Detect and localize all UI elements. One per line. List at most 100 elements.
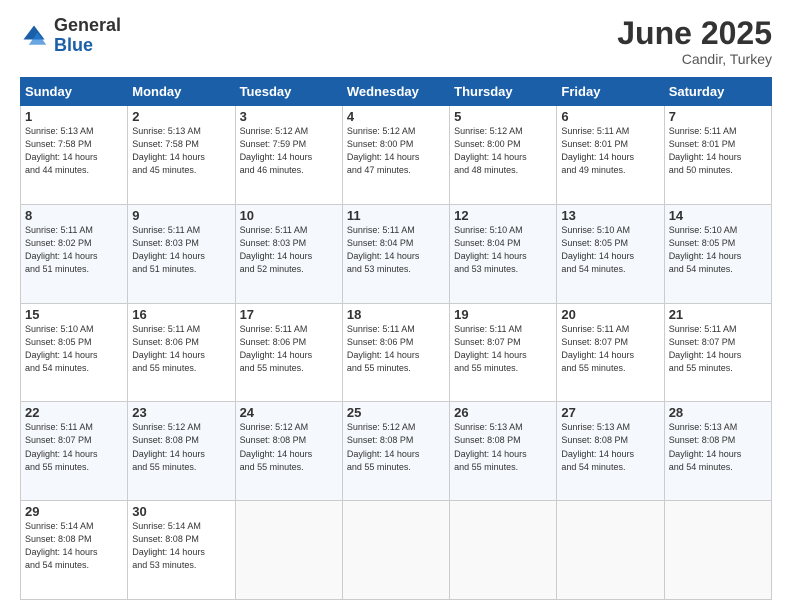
weekday-header: Saturday [664,78,771,106]
day-info: Sunrise: 5:11 AM Sunset: 8:07 PM Dayligh… [454,323,552,375]
calendar-cell: 28Sunrise: 5:13 AM Sunset: 8:08 PM Dayli… [664,402,771,501]
calendar-cell: 19Sunrise: 5:11 AM Sunset: 8:07 PM Dayli… [450,303,557,402]
day-info: Sunrise: 5:11 AM Sunset: 8:02 PM Dayligh… [25,224,123,276]
day-number: 11 [347,208,445,223]
calendar-cell: 26Sunrise: 5:13 AM Sunset: 8:08 PM Dayli… [450,402,557,501]
day-info: Sunrise: 5:10 AM Sunset: 8:05 PM Dayligh… [669,224,767,276]
calendar-cell: 4Sunrise: 5:12 AM Sunset: 8:00 PM Daylig… [342,106,449,205]
day-number: 22 [25,405,123,420]
calendar-cell: 9Sunrise: 5:11 AM Sunset: 8:03 PM Daylig… [128,204,235,303]
day-info: Sunrise: 5:11 AM Sunset: 8:01 PM Dayligh… [669,125,767,177]
calendar-cell: 13Sunrise: 5:10 AM Sunset: 8:05 PM Dayli… [557,204,664,303]
day-number: 10 [240,208,338,223]
day-number: 24 [240,405,338,420]
day-info: Sunrise: 5:13 AM Sunset: 8:08 PM Dayligh… [561,421,659,473]
logo-icon [20,22,48,50]
calendar-week-row: 29Sunrise: 5:14 AM Sunset: 8:08 PM Dayli… [21,501,772,600]
day-info: Sunrise: 5:10 AM Sunset: 8:05 PM Dayligh… [25,323,123,375]
day-info: Sunrise: 5:12 AM Sunset: 8:00 PM Dayligh… [454,125,552,177]
day-number: 7 [669,109,767,124]
calendar-cell: 6Sunrise: 5:11 AM Sunset: 8:01 PM Daylig… [557,106,664,205]
calendar-cell: 24Sunrise: 5:12 AM Sunset: 8:08 PM Dayli… [235,402,342,501]
calendar-cell: 14Sunrise: 5:10 AM Sunset: 8:05 PM Dayli… [664,204,771,303]
title-block: June 2025 Candir, Turkey [617,16,772,67]
day-number: 8 [25,208,123,223]
day-info: Sunrise: 5:12 AM Sunset: 8:08 PM Dayligh… [132,421,230,473]
day-number: 5 [454,109,552,124]
logo-blue: Blue [54,36,121,56]
calendar-cell: 2Sunrise: 5:13 AM Sunset: 7:58 PM Daylig… [128,106,235,205]
calendar-cell: 1Sunrise: 5:13 AM Sunset: 7:58 PM Daylig… [21,106,128,205]
day-number: 14 [669,208,767,223]
day-number: 13 [561,208,659,223]
day-number: 30 [132,504,230,519]
day-number: 28 [669,405,767,420]
day-info: Sunrise: 5:11 AM Sunset: 8:06 PM Dayligh… [132,323,230,375]
day-info: Sunrise: 5:11 AM Sunset: 8:07 PM Dayligh… [561,323,659,375]
day-info: Sunrise: 5:12 AM Sunset: 7:59 PM Dayligh… [240,125,338,177]
day-info: Sunrise: 5:12 AM Sunset: 8:00 PM Dayligh… [347,125,445,177]
day-number: 19 [454,307,552,322]
calendar-cell: 22Sunrise: 5:11 AM Sunset: 8:07 PM Dayli… [21,402,128,501]
day-info: Sunrise: 5:11 AM Sunset: 8:03 PM Dayligh… [240,224,338,276]
day-number: 29 [25,504,123,519]
day-number: 25 [347,405,445,420]
logo-text: General Blue [54,16,121,56]
month-title: June 2025 [617,16,772,51]
calendar-cell: 7Sunrise: 5:11 AM Sunset: 8:01 PM Daylig… [664,106,771,205]
day-info: Sunrise: 5:13 AM Sunset: 7:58 PM Dayligh… [132,125,230,177]
day-info: Sunrise: 5:13 AM Sunset: 7:58 PM Dayligh… [25,125,123,177]
day-info: Sunrise: 5:10 AM Sunset: 8:05 PM Dayligh… [561,224,659,276]
day-info: Sunrise: 5:14 AM Sunset: 8:08 PM Dayligh… [132,520,230,572]
day-number: 3 [240,109,338,124]
logo-general: General [54,16,121,36]
calendar-week-row: 1Sunrise: 5:13 AM Sunset: 7:58 PM Daylig… [21,106,772,205]
day-number: 21 [669,307,767,322]
day-info: Sunrise: 5:14 AM Sunset: 8:08 PM Dayligh… [25,520,123,572]
calendar-cell [557,501,664,600]
weekday-header: Wednesday [342,78,449,106]
day-info: Sunrise: 5:11 AM Sunset: 8:07 PM Dayligh… [25,421,123,473]
weekday-header: Sunday [21,78,128,106]
calendar-cell [664,501,771,600]
calendar-cell: 3Sunrise: 5:12 AM Sunset: 7:59 PM Daylig… [235,106,342,205]
weekday-header: Monday [128,78,235,106]
calendar-cell: 30Sunrise: 5:14 AM Sunset: 8:08 PM Dayli… [128,501,235,600]
day-number: 18 [347,307,445,322]
day-number: 9 [132,208,230,223]
location: Candir, Turkey [617,51,772,67]
calendar-week-row: 8Sunrise: 5:11 AM Sunset: 8:02 PM Daylig… [21,204,772,303]
day-info: Sunrise: 5:11 AM Sunset: 8:06 PM Dayligh… [347,323,445,375]
day-info: Sunrise: 5:11 AM Sunset: 8:04 PM Dayligh… [347,224,445,276]
day-info: Sunrise: 5:13 AM Sunset: 8:08 PM Dayligh… [669,421,767,473]
calendar-cell: 8Sunrise: 5:11 AM Sunset: 8:02 PM Daylig… [21,204,128,303]
header-row: SundayMondayTuesdayWednesdayThursdayFrid… [21,78,772,106]
calendar-cell: 11Sunrise: 5:11 AM Sunset: 8:04 PM Dayli… [342,204,449,303]
weekday-header: Thursday [450,78,557,106]
day-info: Sunrise: 5:13 AM Sunset: 8:08 PM Dayligh… [454,421,552,473]
day-number: 1 [25,109,123,124]
calendar-table: SundayMondayTuesdayWednesdayThursdayFrid… [20,77,772,600]
calendar-week-row: 22Sunrise: 5:11 AM Sunset: 8:07 PM Dayli… [21,402,772,501]
calendar-cell: 12Sunrise: 5:10 AM Sunset: 8:04 PM Dayli… [450,204,557,303]
day-info: Sunrise: 5:11 AM Sunset: 8:01 PM Dayligh… [561,125,659,177]
page: General Blue June 2025 Candir, Turkey Su… [0,0,792,612]
calendar-cell: 27Sunrise: 5:13 AM Sunset: 8:08 PM Dayli… [557,402,664,501]
day-number: 15 [25,307,123,322]
weekday-header: Friday [557,78,664,106]
day-number: 20 [561,307,659,322]
calendar-cell: 29Sunrise: 5:14 AM Sunset: 8:08 PM Dayli… [21,501,128,600]
calendar-cell: 15Sunrise: 5:10 AM Sunset: 8:05 PM Dayli… [21,303,128,402]
day-info: Sunrise: 5:10 AM Sunset: 8:04 PM Dayligh… [454,224,552,276]
day-number: 23 [132,405,230,420]
calendar-cell: 17Sunrise: 5:11 AM Sunset: 8:06 PM Dayli… [235,303,342,402]
day-info: Sunrise: 5:12 AM Sunset: 8:08 PM Dayligh… [240,421,338,473]
day-number: 17 [240,307,338,322]
day-number: 12 [454,208,552,223]
calendar-cell: 20Sunrise: 5:11 AM Sunset: 8:07 PM Dayli… [557,303,664,402]
calendar-cell: 21Sunrise: 5:11 AM Sunset: 8:07 PM Dayli… [664,303,771,402]
calendar-cell [342,501,449,600]
calendar-cell: 5Sunrise: 5:12 AM Sunset: 8:00 PM Daylig… [450,106,557,205]
calendar-cell [235,501,342,600]
day-info: Sunrise: 5:11 AM Sunset: 8:06 PM Dayligh… [240,323,338,375]
